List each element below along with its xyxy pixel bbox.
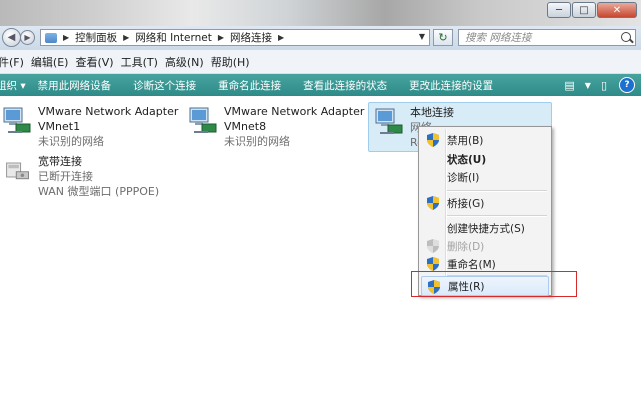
menu-help[interactable]: 帮助(H) <box>211 54 257 70</box>
view-options-icon[interactable]: ▤ <box>564 79 574 92</box>
window-controls: ─ □ ✕ <box>546 2 637 18</box>
command-bar: 组织 ▾ 禁用此网络设备 诊断这个连接 重命名此连接 查看此连接的状态 更改此连… <box>0 74 641 96</box>
connection-name: VMware Network Adapter <box>224 105 365 118</box>
shield-icon <box>427 133 439 147</box>
menu-tools[interactable]: 工具(T) <box>121 54 165 70</box>
control-panel-icon <box>45 32 57 43</box>
minimize-button[interactable]: ─ <box>547 2 571 18</box>
address-row: ◀ ▶ ▶ 控制面板 ▶ 网络和 Internet ▶ 网络连接 ▶ ▼ ↻ 搜… <box>0 26 641 50</box>
broadband-modem-icon <box>6 162 29 180</box>
connection-item-broadband[interactable]: 宽带连接 已断开连接 WAN 微型端口 (PPPOE) <box>4 154 159 199</box>
back-button[interactable]: ◀ <box>2 28 21 47</box>
connection-name: VMware Network Adapter <box>38 105 179 118</box>
network-adapter-icon <box>3 107 31 133</box>
menu-item-label: 诊断(I) <box>447 171 480 184</box>
connection-name: 本地连接 <box>410 106 454 119</box>
title-bar: ─ □ ✕ <box>0 0 641 26</box>
disable-device-button[interactable]: 禁用此网络设备 <box>38 78 112 93</box>
breadcrumb-network-internet[interactable]: 网络和 Internet <box>135 30 212 45</box>
refresh-button[interactable]: ↻ <box>433 29 453 46</box>
view-dropdown-icon[interactable]: ▼ <box>585 81 591 90</box>
menu-item-status[interactable]: 状态(U) <box>421 149 549 169</box>
forward-button[interactable]: ▶ <box>20 30 35 45</box>
menu-item-delete: 删除(D) <box>421 236 549 256</box>
command-bar-icons: ▤ ▼ ▯ ? <box>554 77 635 93</box>
connection-device: VMnet1 <box>38 120 81 133</box>
back-arrow-icon: ◀ <box>7 32 16 43</box>
connection-item-vmnet8[interactable]: VMware Network Adapter VMnet8 未识别的网络 <box>186 104 364 149</box>
menu-item-disable[interactable]: 禁用(B) <box>421 130 549 150</box>
network-adapter-icon <box>375 108 403 134</box>
refresh-icon: ↻ <box>438 31 448 44</box>
breadcrumb-control-panel[interactable]: 控制面板 <box>75 30 117 45</box>
diagnose-connection-button[interactable]: 诊断这个连接 <box>133 78 196 93</box>
shield-icon <box>427 196 439 210</box>
forward-arrow-icon: ▶ <box>24 33 31 42</box>
menu-item-label: 创建快捷方式(S) <box>447 222 525 235</box>
menu-separator <box>447 190 547 192</box>
shield-icon <box>427 239 439 253</box>
menu-item-label: 禁用(B) <box>447 134 484 147</box>
help-icon[interactable]: ? <box>619 77 635 93</box>
connection-status: 未识别的网络 <box>38 135 104 148</box>
menu-file[interactable]: 件(F) <box>0 54 31 70</box>
connection-status: WAN 微型端口 (PPPOE) <box>38 185 160 198</box>
breadcrumb-separator-icon: ▶ <box>63 33 70 42</box>
menu-edit[interactable]: 编辑(E) <box>31 54 76 70</box>
connection-status: 未识别的网络 <box>224 135 290 148</box>
address-bar[interactable]: ▶ 控制面板 ▶ 网络和 Internet ▶ 网络连接 ▶ ▼ <box>40 29 430 46</box>
connection-device: 已断开连接 <box>38 170 93 183</box>
search-icon[interactable] <box>621 32 631 42</box>
close-button[interactable]: ✕ <box>597 2 637 18</box>
breadcrumb-separator-icon: ▶ <box>278 33 285 42</box>
menu-item-bridge[interactable]: 桥接(G) <box>421 193 549 213</box>
view-status-button[interactable]: 查看此连接的状态 <box>303 78 387 93</box>
breadcrumb-separator-icon: ▶ <box>217 33 224 42</box>
menu-item-label: 删除(D) <box>447 240 485 253</box>
organize-button[interactable]: 组织 ▾ <box>0 78 26 93</box>
menu-item-label: 重命名(M) <box>447 258 496 271</box>
preview-pane-icon[interactable]: ▯ <box>601 79 607 92</box>
menu-bar: 件(F) 编辑(E) 查看(V) 工具(T) 高级(N) 帮助(H) <box>0 50 641 74</box>
menu-item-diagnose[interactable]: 诊断(I) <box>421 167 549 187</box>
connection-name: 宽带连接 <box>38 155 82 168</box>
menu-item-label: 状态(U) <box>447 153 487 166</box>
rename-connection-button[interactable]: 重命名此连接 <box>218 78 281 93</box>
network-adapter-icon <box>189 107 217 133</box>
menu-view[interactable]: 查看(V) <box>75 54 120 70</box>
connection-item-vmnet1[interactable]: VMware Network Adapter VMnet1 未识别的网络 <box>0 104 178 149</box>
menu-separator <box>447 215 547 217</box>
highlight-box <box>411 271 577 297</box>
shield-icon <box>427 257 439 271</box>
menu-advanced[interactable]: 高级(N) <box>165 54 211 70</box>
search-placeholder: 搜索 网络连接 <box>465 32 532 44</box>
connection-device: VMnet8 <box>224 120 267 133</box>
breadcrumb-separator-icon: ▶ <box>123 33 130 42</box>
breadcrumb-network-connections[interactable]: 网络连接 <box>230 30 272 45</box>
menu-item-label: 桥接(G) <box>447 197 485 210</box>
address-dropdown-icon[interactable]: ▼ <box>419 32 425 41</box>
maximize-button[interactable]: □ <box>572 2 596 18</box>
menu-item-create-shortcut[interactable]: 创建快捷方式(S) <box>421 218 549 238</box>
change-settings-button[interactable]: 更改此连接的设置 <box>409 78 493 93</box>
search-input[interactable]: 搜索 网络连接 <box>458 29 636 46</box>
